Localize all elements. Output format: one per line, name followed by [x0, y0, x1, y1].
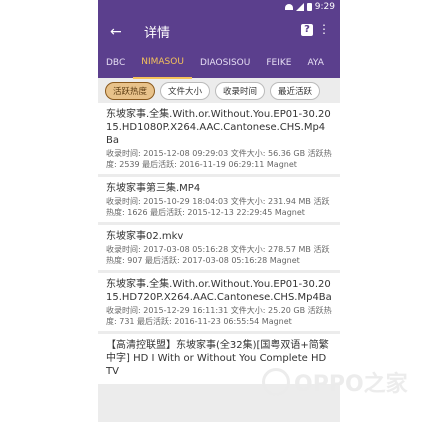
- sort-chips: 活跃热度 文件大小 收录时间 最近活跃: [98, 78, 340, 103]
- oppo-logo-icon: [262, 368, 290, 396]
- result-list: 东坡家事.全集.With.or.Without.You.EP01-30.2015…: [98, 103, 340, 384]
- status-icons: 9:29: [284, 1, 335, 12]
- result-meta: 收录时间: 2015-12-29 16:11:31 文件大小: 25.20 GB…: [106, 306, 332, 326]
- result-title: 东坡家事02.mkv: [106, 231, 184, 242]
- cellular-icon: [295, 2, 304, 11]
- sort-chip[interactable]: 活跃热度: [105, 81, 156, 100]
- sort-chip[interactable]: 收录时间: [215, 81, 266, 100]
- tab-feike[interactable]: FEIKE: [258, 50, 299, 78]
- result-title: 东坡家事.全集.With.or.Without.You.EP01-30.2015…: [106, 109, 331, 146]
- sort-chip[interactable]: 最近活跃: [270, 81, 321, 100]
- source-tabs: DBC NIMASOU DIAOSISOU FEIKE AYA: [98, 49, 340, 79]
- status-time: 9:29: [314, 1, 335, 12]
- tab-dbc[interactable]: DBC: [98, 50, 133, 78]
- wifi-icon: [284, 3, 293, 10]
- sort-chip[interactable]: 文件大小: [160, 81, 211, 100]
- list-item[interactable]: 东坡家事.全集.With.or.Without.You.EP01-30.2015…: [98, 273, 340, 331]
- page-title: 详情: [144, 26, 171, 41]
- list-item[interactable]: 东坡家事.全集.With.or.Without.You.EP01-30.2015…: [98, 103, 340, 174]
- watermark-text: OPPO之家: [294, 372, 408, 397]
- result-meta: 收录时间: 2015-12-08 09:29:03 文件大小: 56.36 GB…: [106, 149, 332, 169]
- tab-diaosisou[interactable]: DIAOSISOU: [192, 50, 258, 78]
- list-item[interactable]: 东坡家事第三集.MP4 收录时间: 2015-10-29 18:04:03 文件大…: [98, 177, 340, 222]
- result-title: 东坡家事第三集.MP4: [106, 183, 201, 194]
- result-meta: 收录时间: 2015-10-29 18:04:03 文件大小: 231.94 M…: [106, 197, 330, 217]
- result-meta: 收录时间: 2017-03-08 05:16:28 文件大小: 278.57 M…: [106, 245, 330, 265]
- help-icon[interactable]: ?: [301, 24, 313, 36]
- status-bar: 9:29: [98, 0, 340, 13]
- tab-aya[interactable]: AYA: [299, 50, 331, 78]
- watermark-logo: OPPO之家: [262, 362, 432, 402]
- phone-screen: 9:29 ← 详情 ? ⋮ DBC NIMASOU DIAOSISOU FEIKE AY…: [98, 0, 340, 422]
- list-item[interactable]: 东坡家事02.mkv 收录时间: 2017-03-08 05:16:28 文件大小…: [98, 225, 340, 270]
- battery-icon: [306, 2, 312, 11]
- more-vert-icon[interactable]: ⋮: [318, 22, 330, 36]
- tab-nimasou[interactable]: NIMASOU: [133, 49, 192, 79]
- app-bar: ← 详情 ? ⋮: [98, 13, 340, 50]
- arrow-left-icon[interactable]: ←: [110, 24, 126, 40]
- result-title: 东坡家事.全集.With.or.Without.You.EP01-30.2015…: [106, 279, 332, 303]
